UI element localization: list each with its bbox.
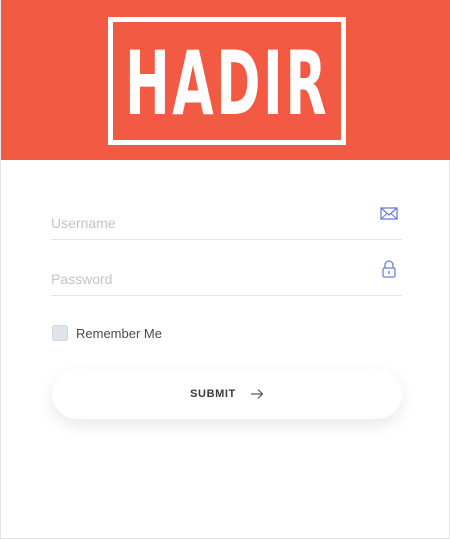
remember-me-checkbox[interactable] xyxy=(52,325,68,341)
username-input[interactable] xyxy=(51,213,361,233)
submit-button[interactable]: SUBMIT xyxy=(52,369,402,419)
remember-me[interactable]: Remember Me xyxy=(52,324,162,342)
logo-text: HADIR xyxy=(125,32,329,135)
login-card: HADIR Remember Me SUBMIT xyxy=(0,0,450,539)
username-field xyxy=(51,203,402,240)
password-input[interactable] xyxy=(51,269,361,289)
hadir-logo: HADIR xyxy=(108,17,346,145)
logo-wordmark: HADIR xyxy=(125,32,329,135)
password-field xyxy=(51,259,402,296)
lock-icon xyxy=(382,260,396,278)
submit-label: SUBMIT xyxy=(190,388,236,400)
header-banner: HADIR xyxy=(1,0,450,160)
arrow-right-icon xyxy=(250,389,264,399)
remember-me-label[interactable]: Remember Me xyxy=(76,326,162,341)
mail-icon xyxy=(380,207,398,220)
